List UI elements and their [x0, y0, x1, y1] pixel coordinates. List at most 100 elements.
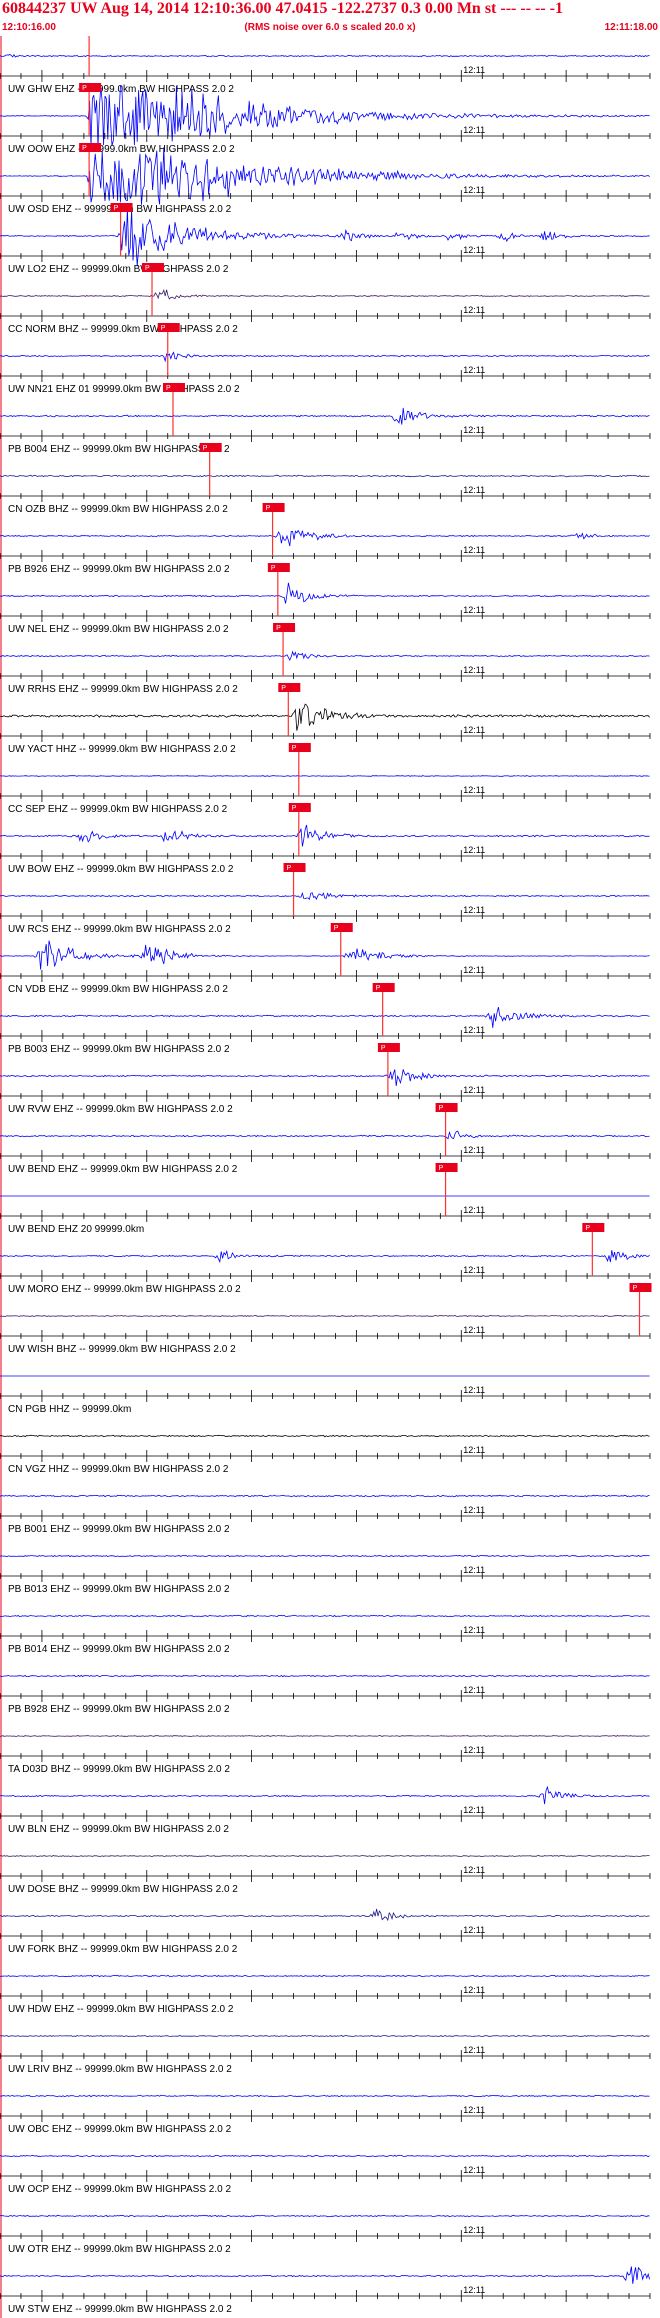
time-marker-label: 12:11	[463, 605, 485, 615]
time-marker-label: 12:11	[463, 1085, 485, 1095]
time-marker-label: 12:11	[463, 65, 485, 75]
station-label-33: UW LRIV BHZ -- 99999.0km BW HIGHPASS 2.0…	[8, 2064, 232, 2075]
trace-13	[0, 824, 650, 847]
time-marker-label: 12:11	[463, 1445, 485, 1455]
trace-24	[0, 1494, 650, 1498]
station-label-10: UW RRHS EHZ -- 99999.0km BW HIGHPASS 2.0…	[8, 684, 238, 695]
station-label-25: PB B013 EHZ -- 99999.0km BW HIGHPASS 2.0…	[8, 1584, 230, 1595]
time-marker-label: 12:11	[463, 785, 485, 795]
station-label-15: CN VDB EHZ -- 99999.0km BW HIGHPASS 2.0 …	[8, 984, 228, 995]
trace-1	[0, 85, 650, 148]
trace-21	[0, 1314, 650, 1317]
station-label-27: PB B928 EHZ -- 99999.0km BW HIGHPASS 2.0…	[8, 1704, 230, 1715]
time-marker-label: 12:11	[463, 1325, 485, 1335]
pick-label-19: P	[439, 1165, 444, 1172]
station-label-36: UW OTR EHZ -- 99999.0km BW HIGHPASS 2.0 …	[8, 2244, 231, 2255]
time-marker-label: 12:11	[463, 1805, 485, 1815]
pick-label-17: P	[381, 1045, 386, 1052]
pick-label-2: P	[82, 145, 87, 152]
pick-label-14: P	[287, 865, 292, 872]
time-marker-label: 12:11	[463, 2105, 485, 2115]
trace-31	[0, 1908, 650, 1922]
trace-6	[0, 407, 650, 425]
time-marker-label: 12:11	[463, 965, 485, 975]
time-marker-label: 12:11	[463, 1925, 485, 1935]
time-marker-label: 12:11	[463, 485, 485, 495]
station-label-32: UW HDW EHZ -- 99999.0km BW HIGHPASS 2.0 …	[8, 2004, 234, 2015]
trace-28	[0, 1735, 650, 1737]
station-label-28: TA D03D BHZ -- 99999.0km BW HIGHPASS 2.0…	[8, 1764, 230, 1775]
time-marker-label: 12:11	[463, 1385, 485, 1395]
time-marker-label: 12:11	[463, 1985, 485, 1995]
event-title: 60844237 UW Aug 14, 2014 12:10:36.00 47.…	[2, 0, 563, 17]
trace-16	[0, 1007, 650, 1028]
station-label-30: UW DOSE BHZ -- 99999.0km BW HIGHPASS 2.0…	[8, 1884, 238, 1895]
station-label-16: PB B003 EHZ -- 99999.0km BW HIGHPASS 2.0…	[8, 1044, 230, 1055]
seismogram-plot: 12:11 UW GHW EHZ -- 99999.0km BW HIGHPASS…	[0, 36, 652, 2318]
station-label-19: UW BEND EHZ 20 99999.0km	[8, 1224, 144, 1235]
trace-17	[0, 1069, 650, 1087]
pick-label-5: P	[161, 325, 166, 332]
station-label-0: UW GHW EHZ -- 99999.0km BW HIGHPASS 2.0 …	[8, 84, 234, 95]
time-marker-label: 12:11	[463, 365, 485, 375]
time-marker-label: 12:11	[463, 1565, 485, 1575]
pick-label-11: P	[281, 685, 286, 692]
station-label-23: CN VGZ HHZ -- 99999.0km BW HIGHPASS 2.0 …	[8, 1464, 229, 1475]
time-marker-label: 12:11	[463, 1865, 485, 1875]
station-label-35: UW OCP EHZ -- 99999.0km BW HIGHPASS 2.0 …	[8, 2184, 231, 2195]
trace-14	[0, 891, 650, 901]
pick-label-20: P	[585, 1225, 590, 1232]
station-label-4: CC NORM BHZ -- 99999.0km BW HIGHPASS 2.0…	[8, 324, 238, 335]
pick-label-10: P	[276, 625, 281, 632]
time-marker-label: 12:11	[463, 2285, 485, 2295]
time-marker-label: 12:11	[463, 665, 485, 675]
pick-label-9: P	[271, 565, 276, 572]
end-time-label: 12:11:18.00	[604, 22, 658, 33]
station-label-11: UW YACT HHZ -- 99999.0km BW HIGHPASS 2.0…	[8, 744, 236, 755]
trace-33	[0, 2034, 650, 2038]
time-marker-label: 12:11	[463, 1505, 485, 1515]
pick-label-6: P	[166, 385, 171, 392]
trace-3	[0, 208, 650, 267]
pick-label-8: P	[266, 505, 271, 512]
trace-9	[0, 582, 650, 604]
station-label-1: UW OOW EHZ -- 99999.0km BW HIGHPASS 2.0 …	[8, 144, 235, 155]
trace-34	[0, 2094, 650, 2098]
trace-12	[0, 775, 650, 777]
pick-label-16: P	[376, 985, 381, 992]
station-label-17: UW RVW EHZ -- 99999.0km BW HIGHPASS 2.0 …	[8, 1104, 233, 1115]
time-marker-label: 12:11	[463, 1685, 485, 1695]
station-label-31: UW FORK BHZ -- 99999.0km BW HIGHPASS 2.0…	[8, 1944, 238, 1955]
trace-29	[0, 1785, 650, 1805]
trace-32	[0, 1974, 650, 1978]
trace-15	[0, 940, 650, 970]
station-label-18: UW BEND EHZ -- 99999.0km BW HIGHPASS 2.0…	[8, 1164, 238, 1175]
time-marker-label: 12:11	[463, 2165, 485, 2175]
trace-7	[0, 474, 650, 478]
plot-header: 60844237 UW Aug 14, 2014 12:10:36.00 47.…	[0, 0, 660, 36]
time-marker-label: 12:11	[463, 725, 485, 735]
station-label-26: PB B014 EHZ -- 99999.0km BW HIGHPASS 2.0…	[8, 1644, 230, 1655]
station-label-13: UW BOW EHZ -- 99999.0km BW HIGHPASS 2.0 …	[8, 864, 234, 875]
trace-30	[0, 1854, 650, 1858]
trace-27	[0, 1674, 650, 1678]
time-marker-label: 12:11	[463, 1205, 485, 1215]
pick-label-12: P	[292, 745, 297, 752]
station-label-3: UW LO2 EHZ -- 99999.0km BW HIGHPASS 2.0 …	[8, 264, 229, 275]
time-marker-label: 12:11	[463, 125, 485, 135]
station-label-21: UW WISH BHZ -- 99999.0km BW HIGHPASS 2.0…	[8, 1344, 236, 1355]
trace-23	[0, 1434, 650, 1438]
station-label-20: UW MORO EHZ -- 99999.0km BW HIGHPASS 2.0…	[8, 1284, 241, 1295]
station-label-7: CN OZB BHZ -- 99999.0km BW HIGHPASS 2.0 …	[8, 504, 228, 515]
trace-37	[0, 2266, 650, 2284]
pick-label-3: P	[114, 205, 119, 212]
trace-8	[0, 529, 650, 547]
trace-0	[0, 53, 650, 58]
trace-25	[0, 1554, 650, 1558]
time-marker-label: 12:11	[463, 245, 485, 255]
time-marker-label: 12:11	[463, 1145, 485, 1155]
station-label-24: PB B001 EHZ -- 99999.0km BW HIGHPASS 2.0…	[8, 1524, 230, 1535]
time-marker-label: 12:11	[463, 545, 485, 555]
station-label-14: UW RCS EHZ -- 99999.0km BW HIGHPASS 2.0 …	[8, 924, 231, 935]
station-label-6: PB B004 EHZ -- 99999.0km BW HIGHPASS 2.0…	[8, 444, 230, 455]
